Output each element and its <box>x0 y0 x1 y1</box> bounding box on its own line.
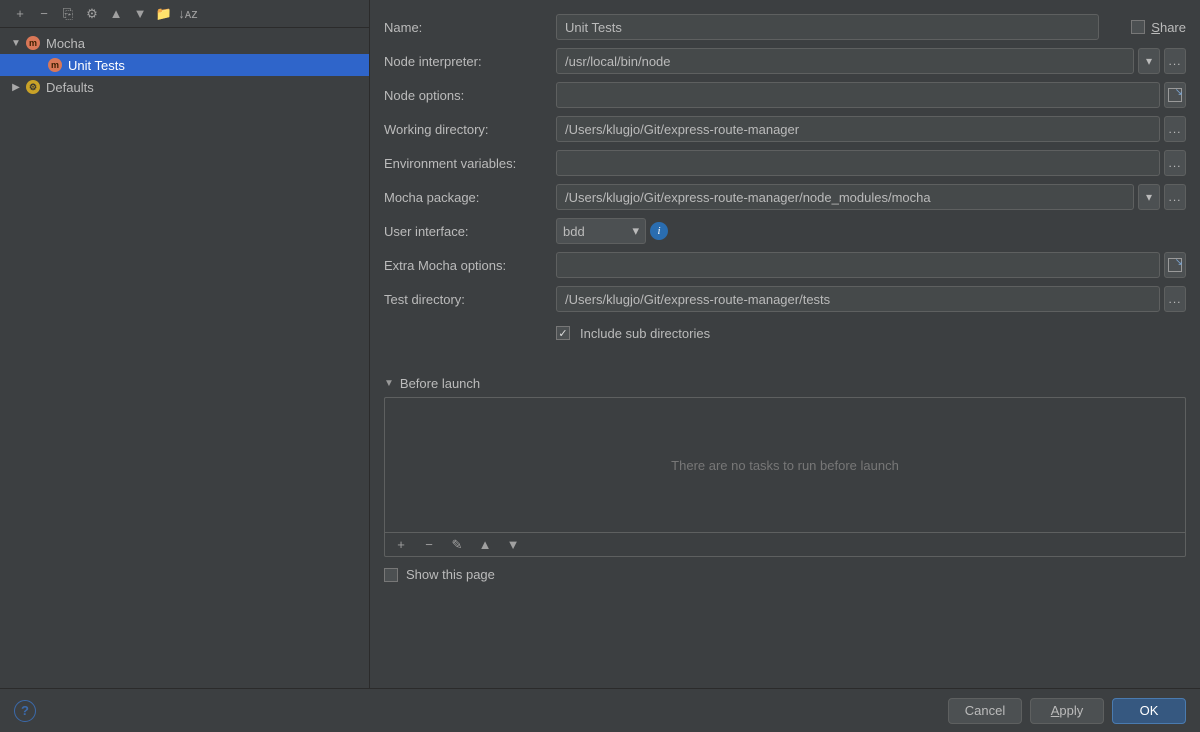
tree-node-label: Defaults <box>46 80 94 95</box>
copy-config-button[interactable]: ⎘ <box>58 4 78 24</box>
before-launch-toolbar: + − ✎ ▲ ▼ <box>385 532 1185 556</box>
dialog-footer: ? Cancel Apply OK <box>0 688 1200 732</box>
before-launch-header[interactable]: ▼ Before launch <box>384 376 1186 391</box>
env-vars-label: Environment variables: <box>384 156 556 171</box>
show-this-page-checkbox[interactable] <box>384 568 398 582</box>
ui-select-value: bdd <box>563 224 585 239</box>
config-tree-panel: + − ⎘ ⚙ ▲ ▼ 📁 ↓ᴀᴢ ▼ m Mocha m Unit Tests… <box>0 0 370 688</box>
env-vars-input[interactable] <box>556 150 1160 176</box>
tree-node-label: Mocha <box>46 36 85 51</box>
config-form: Name: Share Node interpreter: ▾ ... Node… <box>370 0 1200 688</box>
mocha-pkg-label: Mocha package: <box>384 190 556 205</box>
working-dir-browse-button[interactable]: ... <box>1164 116 1186 142</box>
mocha-icon: m <box>26 36 40 50</box>
help-button[interactable]: ? <box>14 700 36 722</box>
node-options-input[interactable] <box>556 82 1160 108</box>
tree-node-mocha[interactable]: ▼ m Mocha <box>0 32 369 54</box>
add-config-button[interactable]: + <box>10 4 30 24</box>
before-up-button[interactable]: ▲ <box>475 535 495 555</box>
test-dir-input[interactable] <box>556 286 1160 312</box>
include-subdirs-checkbox[interactable] <box>556 326 570 340</box>
config-tree: ▼ m Mocha m Unit Tests ▶ ⚙ Defaults <box>0 28 369 688</box>
expand-arrow-icon: ▼ <box>10 38 22 49</box>
tree-node-unit-tests[interactable]: m Unit Tests <box>0 54 369 76</box>
mocha-pkg-dropdown-button[interactable]: ▾ <box>1138 184 1160 210</box>
extra-mocha-input[interactable] <box>556 252 1160 278</box>
show-this-page-label: Show this page <box>406 567 495 582</box>
ui-label: User interface: <box>384 224 556 239</box>
extra-mocha-expand-button[interactable] <box>1164 252 1186 278</box>
mocha-pkg-browse-button[interactable]: ... <box>1164 184 1186 210</box>
share-checkbox[interactable] <box>1131 20 1145 34</box>
move-down-button[interactable]: ▼ <box>130 4 150 24</box>
info-icon[interactable]: i <box>650 222 668 240</box>
remove-config-button[interactable]: − <box>34 4 54 24</box>
tree-node-label: Unit Tests <box>68 58 125 73</box>
node-options-expand-button[interactable] <box>1164 82 1186 108</box>
edit-defaults-button[interactable]: ⚙ <box>82 4 102 24</box>
before-down-button[interactable]: ▼ <box>503 535 523 555</box>
include-subdirs-label: Include sub directories <box>580 326 710 341</box>
folder-button[interactable]: 📁 <box>154 4 174 24</box>
env-vars-browse-button[interactable]: ... <box>1164 150 1186 176</box>
interpreter-label: Node interpreter: <box>384 54 556 69</box>
cancel-button[interactable]: Cancel <box>948 698 1022 724</box>
interpreter-dropdown-button[interactable]: ▾ <box>1138 48 1160 74</box>
before-launch-box: There are no tasks to run before launch … <box>384 397 1186 557</box>
move-up-button[interactable]: ▲ <box>106 4 126 24</box>
before-add-button[interactable]: + <box>391 535 411 555</box>
interpreter-input[interactable] <box>556 48 1134 74</box>
tree-toolbar: + − ⎘ ⚙ ▲ ▼ 📁 ↓ᴀᴢ <box>0 0 369 28</box>
sort-button[interactable]: ↓ᴀᴢ <box>178 4 198 24</box>
before-remove-button[interactable]: − <box>419 535 439 555</box>
share-label: Share <box>1151 20 1186 35</box>
node-options-label: Node options: <box>384 88 556 103</box>
chevron-down-icon: ▾ <box>632 223 639 239</box>
ui-select[interactable]: bdd ▾ <box>556 218 646 244</box>
apply-button[interactable]: Apply <box>1030 698 1104 724</box>
expand-icon <box>1168 88 1182 102</box>
gear-icon: ⚙ <box>26 80 40 94</box>
expand-icon <box>1168 258 1182 272</box>
name-input[interactable] <box>556 14 1099 40</box>
before-launch-title: Before launch <box>400 376 480 391</box>
interpreter-browse-button[interactable]: ... <box>1164 48 1186 74</box>
before-edit-button[interactable]: ✎ <box>447 535 467 555</box>
extra-mocha-label: Extra Mocha options: <box>384 258 556 273</box>
test-dir-label: Test directory: <box>384 292 556 307</box>
tree-node-defaults[interactable]: ▶ ⚙ Defaults <box>0 76 369 98</box>
ok-button[interactable]: OK <box>1112 698 1186 724</box>
test-dir-browse-button[interactable]: ... <box>1164 286 1186 312</box>
mocha-pkg-input[interactable] <box>556 184 1134 210</box>
before-launch-empty-text: There are no tasks to run before launch <box>385 398 1185 532</box>
working-dir-input[interactable] <box>556 116 1160 142</box>
disclosure-icon: ▼ <box>384 378 394 389</box>
working-dir-label: Working directory: <box>384 122 556 137</box>
expand-arrow-icon: ▶ <box>10 82 22 93</box>
mocha-icon: m <box>48 58 62 72</box>
name-label: Name: <box>384 20 556 35</box>
